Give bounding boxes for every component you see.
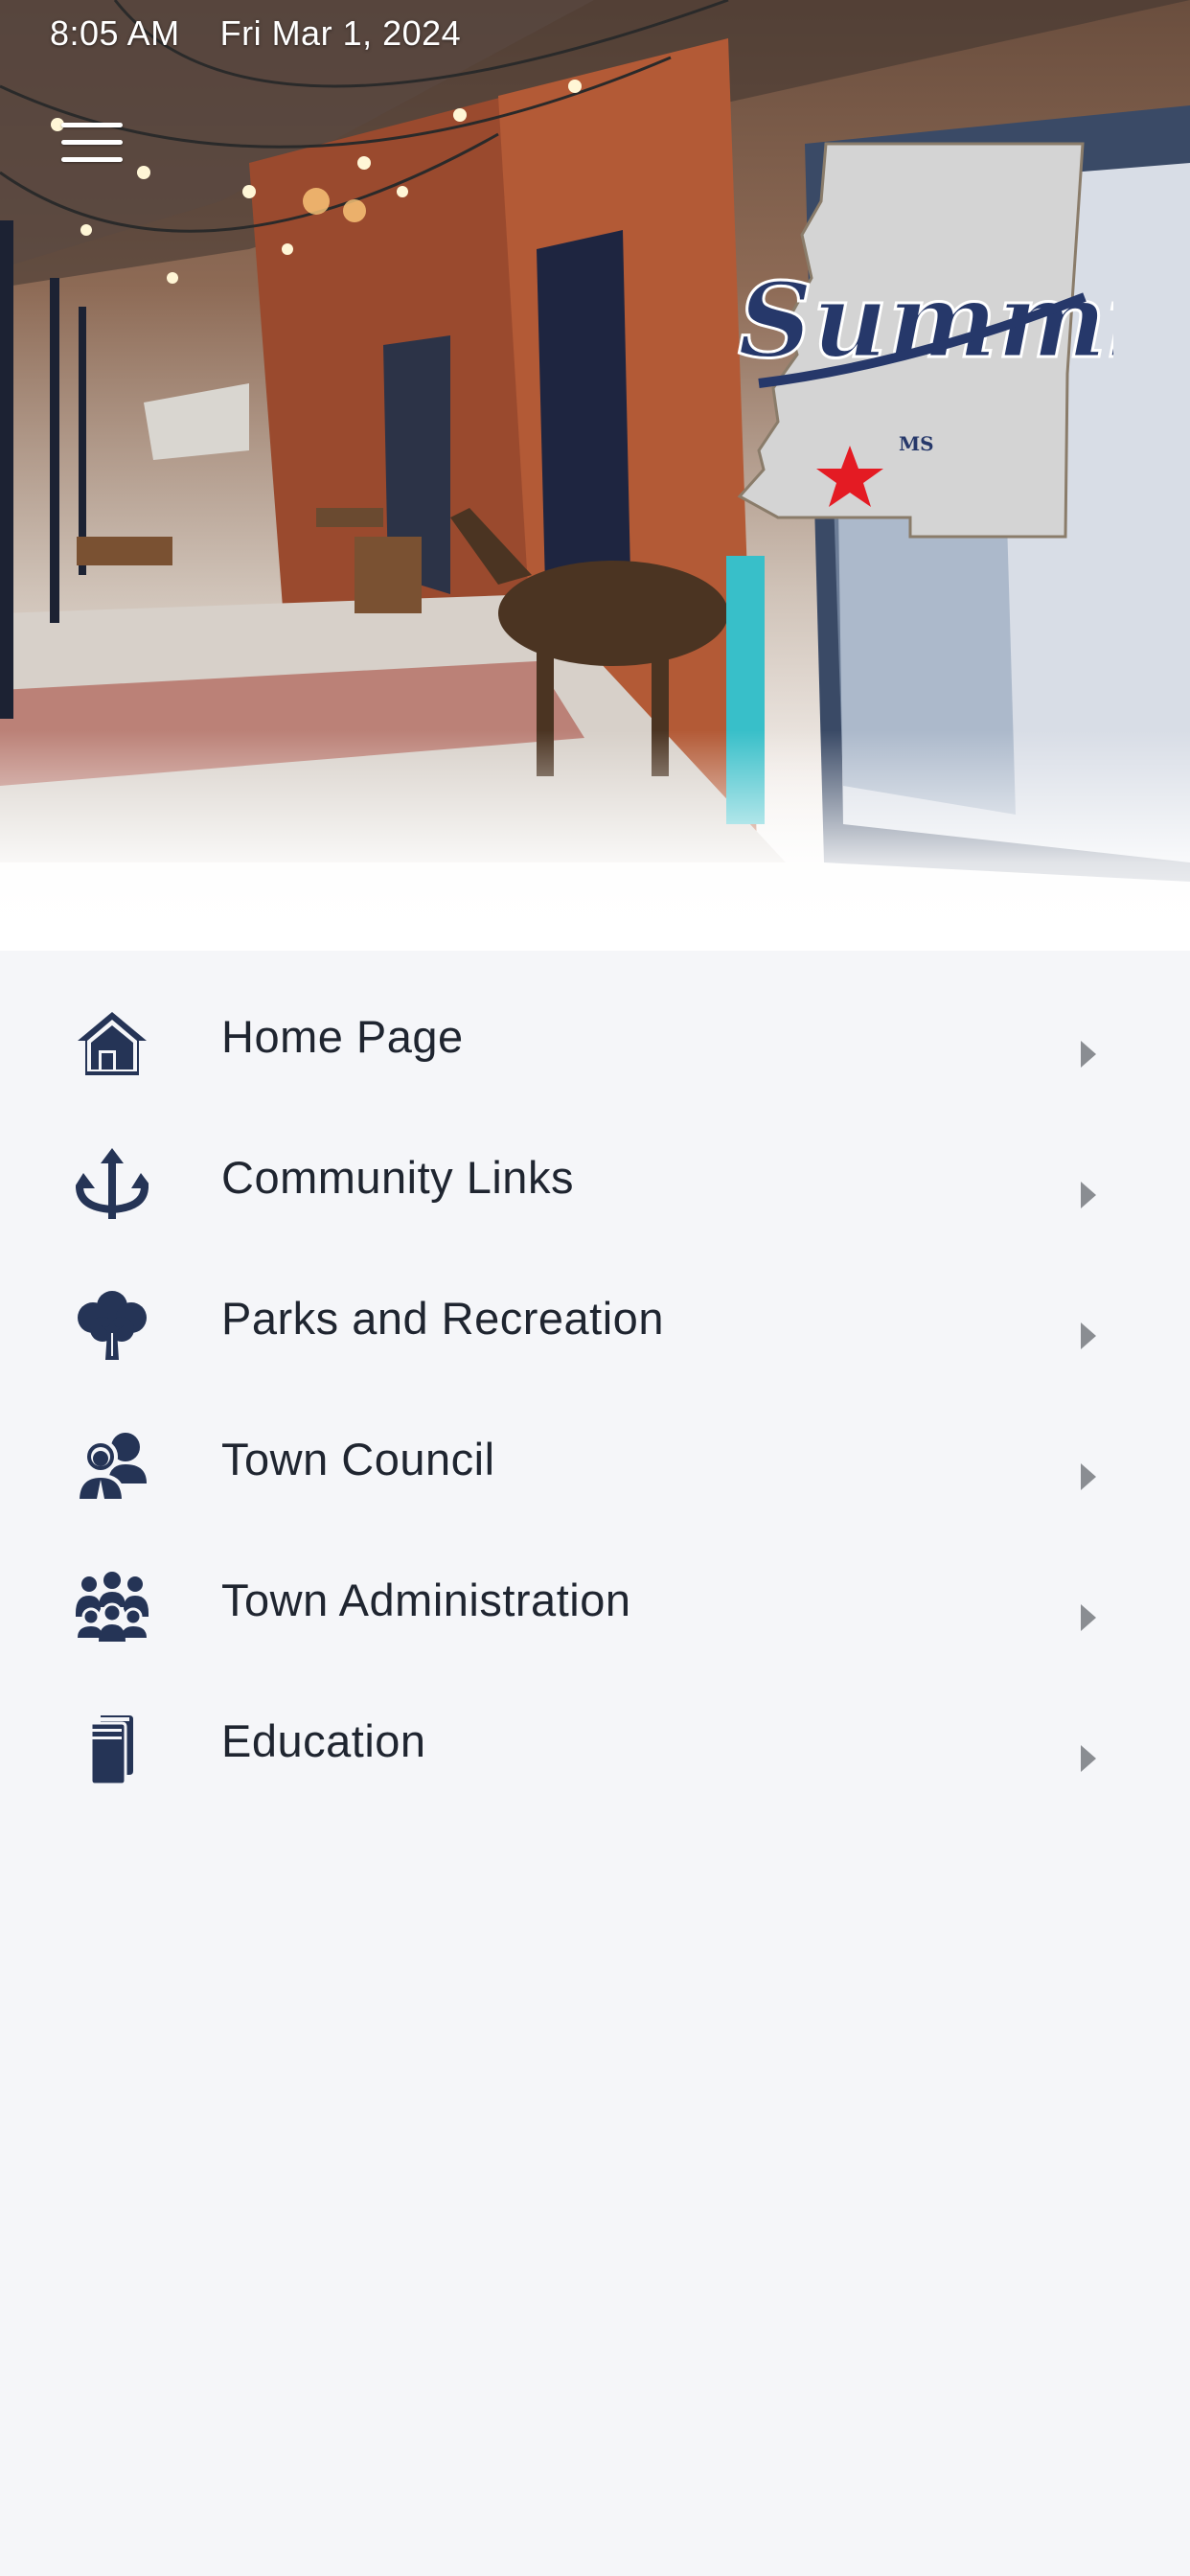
menu-item-town-council[interactable]: Town Council	[0, 1394, 1190, 1535]
chevron-right-icon	[1081, 1322, 1096, 1349]
status-time: 8:05 AM	[50, 13, 180, 53]
menu-item-label: Town Council	[221, 1434, 495, 1484]
hamburger-icon[interactable]	[57, 119, 126, 172]
menu-item-community-links[interactable]: Community Links	[0, 1113, 1190, 1254]
menu-item-label: Education	[221, 1715, 426, 1766]
logo-script-text: Summit	[738, 261, 1113, 381]
status-bar: 8:05 AM Fri Mar 1, 2024	[50, 13, 461, 54]
chevron-right-icon	[1081, 1041, 1096, 1068]
trident-arrows-icon	[75, 1147, 149, 1222]
books-icon	[75, 1711, 149, 1785]
group-people-icon	[75, 1570, 149, 1644]
chevron-right-icon	[1081, 1182, 1096, 1208]
app-screen: 8:05 AM Fri Mar 1, 2024 Summit MS	[0, 0, 1190, 2576]
status-date: Fri Mar 1, 2024	[219, 13, 462, 53]
chevron-right-icon	[1081, 1463, 1096, 1490]
summit-ms-logo: Summit MS	[737, 142, 1113, 539]
menu-item-label: Home Page	[221, 1011, 464, 1062]
menu-item-home-page[interactable]: Home Page	[0, 972, 1190, 1113]
menu-item-label: Community Links	[221, 1152, 574, 1203]
logo-state-abbr: MS	[899, 432, 934, 455]
chevron-right-icon	[1081, 1604, 1096, 1631]
menu-item-label: Parks and Recreation	[221, 1293, 664, 1344]
hero-banner: 8:05 AM Fri Mar 1, 2024 Summit MS	[0, 0, 1190, 951]
menu-item-education[interactable]: Education	[0, 1676, 1190, 1817]
menu-item-town-administration[interactable]: Town Administration	[0, 1535, 1190, 1676]
main-menu: Home Page Community Links Parks and Recr…	[0, 951, 1190, 1817]
menu-item-label: Town Administration	[221, 1575, 631, 1625]
council-people-icon	[75, 1429, 149, 1504]
tree-icon	[75, 1288, 149, 1363]
menu-item-parks-and-recreation[interactable]: Parks and Recreation	[0, 1254, 1190, 1394]
house-icon	[75, 1006, 149, 1081]
chevron-right-icon	[1081, 1745, 1096, 1772]
hero-fade	[0, 730, 1190, 951]
